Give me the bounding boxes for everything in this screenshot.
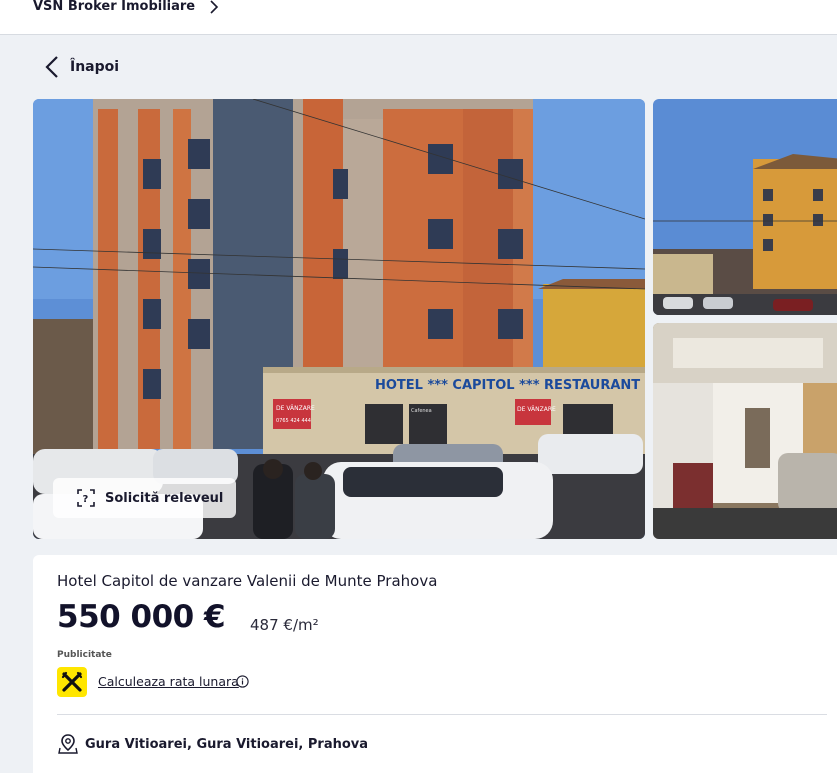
exterior-photo — [653, 99, 837, 315]
request-relevee-label: Solicită releveul — [105, 490, 224, 506]
cafe-sign: Cafenea — [411, 408, 432, 414]
raiffeisen-logo[interactable] — [57, 667, 87, 697]
scan-icon: ? — [77, 489, 95, 507]
price-per-sqm: 487 €/m² — [250, 616, 319, 634]
main-photo[interactable]: HOTEL *** CAPITOL *** RESTAURANT DE VÂNZ… — [33, 99, 645, 539]
hotel-sign: HOTEL *** CAPITOL *** RESTAURANT — [375, 378, 640, 393]
listing-card: Hotel Capitol de vanzare Valenii de Munt… — [33, 555, 837, 773]
back-label: Înapoi — [70, 59, 120, 75]
top-bar: VSN Broker Imobiliare — [0, 0, 837, 35]
breadcrumb-agency[interactable]: VSN Broker Imobiliare — [33, 0, 195, 14]
info-icon[interactable] — [236, 675, 249, 688]
chevron-left-icon — [45, 56, 58, 78]
side-photo-exterior[interactable] — [653, 99, 837, 315]
listing-title: Hotel Capitol de vanzare Valenii de Munt… — [57, 572, 438, 590]
bank-emblem-icon — [61, 671, 83, 692]
back-button[interactable]: Înapoi — [44, 55, 119, 79]
divider — [57, 714, 827, 715]
calculate-rate-link[interactable]: Calculeaza rata lunara — [98, 674, 239, 689]
sale-sign-phone: 0765 424 444 — [276, 418, 311, 424]
hotel-photo: HOTEL *** CAPITOL *** RESTAURANT DE VÂNZ… — [33, 99, 645, 539]
svg-text:?: ? — [83, 494, 89, 505]
interior-photo — [653, 323, 837, 539]
breadcrumb[interactable]: VSN Broker Imobiliare — [33, 0, 219, 14]
request-relevee-button[interactable]: ? Solicită releveul — [53, 478, 236, 518]
sale-sign-1: DE VÂNZARE — [276, 405, 315, 412]
location-label: Gura Vitioarei, Gura Vitioarei, Prahova — [85, 736, 369, 752]
chevron-right-icon — [210, 0, 219, 14]
map-pin-icon — [58, 734, 78, 754]
location: Gura Vitioarei, Gura Vitioarei, Prahova — [57, 733, 368, 755]
sale-sign-2: DE VÂNZARE — [517, 406, 556, 413]
ad-label: Publicitate — [57, 650, 112, 660]
listing-price: 550 000 € — [57, 599, 226, 635]
side-photo-interior[interactable] — [653, 323, 837, 539]
